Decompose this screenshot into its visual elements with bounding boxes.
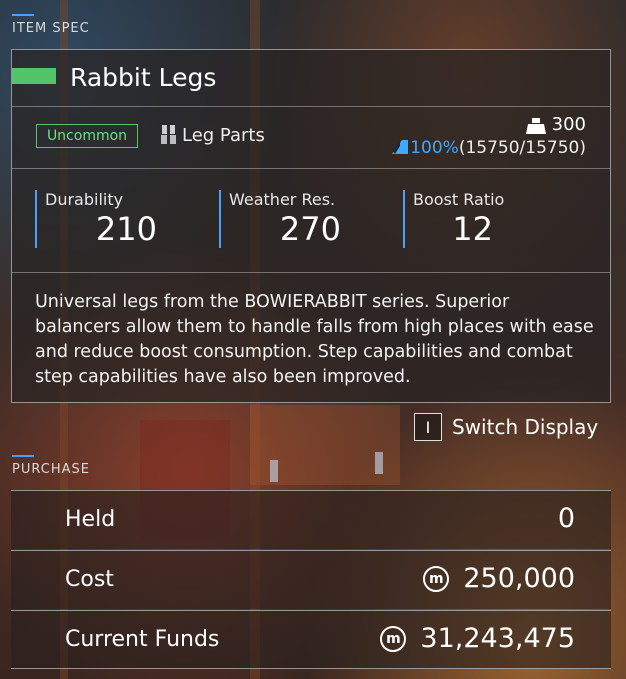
stat-label: Boost Ratio [413, 190, 505, 209]
part-type: Leg Parts [182, 125, 265, 146]
item-spec-panel: Rabbit Legs Uncommon Leg Parts 300 100%(… [11, 49, 611, 403]
stat-label: Durability [45, 190, 124, 209]
divider [12, 106, 610, 107]
cost-row: Cost m 250,000 [11, 550, 611, 609]
ap-percent: 100% [410, 138, 459, 158]
stat-boost-ratio: Boost Ratio 12 [403, 190, 573, 248]
keybind-key: I [414, 413, 442, 441]
stat-value: 210 [95, 210, 157, 248]
cost-value: 250,000 [463, 563, 575, 594]
leg-parts-icon [160, 124, 178, 146]
item-description: Universal legs from the BOWIERABBIT seri… [35, 292, 594, 387]
item-spec-label: ITEM SPEC [12, 21, 90, 36]
divider [12, 272, 610, 273]
held-row: Held 0 [11, 490, 611, 549]
stat-value: 270 [279, 210, 341, 248]
purchase-label: PURCHASE [12, 462, 90, 477]
purchase-accent [12, 455, 34, 457]
switch-display-button[interactable]: I Switch Display [414, 412, 598, 442]
stat-value: 12 [452, 210, 493, 248]
funds-label: Current Funds [65, 627, 220, 652]
item-spec-accent [12, 14, 34, 16]
stat-label: Weather Res. [229, 190, 336, 209]
held-label: Held [65, 507, 116, 532]
funds-value: 31,243,475 [420, 623, 575, 654]
stat-accent [219, 190, 221, 248]
funds-row: Current Funds m 31,243,475 [11, 610, 611, 669]
stat-accent [403, 190, 405, 248]
rarity-badge: Uncommon [36, 124, 138, 148]
ap-readout: 100%(15750/15750) [392, 138, 586, 158]
cost-label: Cost [65, 567, 114, 592]
weight-icon [525, 117, 547, 135]
funds-readout: m 31,243,475 [380, 623, 575, 654]
ap-fraction: (15750/15750) [458, 138, 586, 158]
item-name: Rabbit Legs [70, 63, 217, 92]
stat-durability: Durability 210 [35, 190, 205, 248]
rarity-color-bar [12, 68, 56, 84]
divider [12, 168, 610, 169]
cost-readout: m 250,000 [423, 563, 575, 594]
stat-weather-res: Weather Res. 270 [219, 190, 389, 248]
weight-value: 300 [551, 114, 586, 135]
ap-shield-icon [392, 139, 409, 154]
held-value: 0 [557, 503, 575, 534]
coin-icon: m [423, 565, 450, 592]
switch-display-label: Switch Display [452, 415, 599, 439]
coin-icon: m [380, 625, 407, 652]
stat-accent [35, 190, 37, 248]
